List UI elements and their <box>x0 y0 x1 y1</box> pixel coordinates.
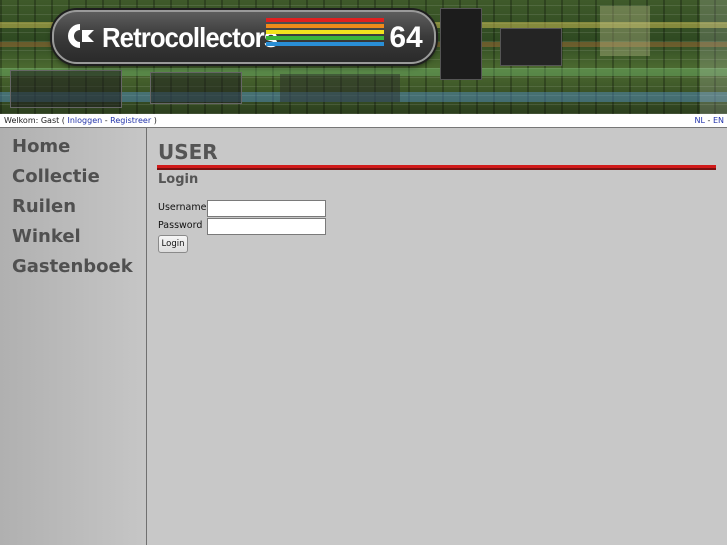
password-label: Password <box>158 220 203 231</box>
circuit-trace <box>600 6 650 56</box>
lang-nl-link[interactable]: NL <box>695 116 705 125</box>
circuit-trace <box>700 0 727 114</box>
sidebar: Home Collectie Ruilen Winkel Gastenboek <box>0 128 147 545</box>
rainbow-stripe <box>266 24 384 28</box>
rainbow-stripe <box>266 30 384 34</box>
nav-item-ruilen[interactable]: Ruilen <box>12 192 146 222</box>
rainbow-stripe <box>266 42 384 46</box>
welcome-label: Welkom: Gast ( <box>4 116 65 125</box>
close-paren: ) <box>151 116 157 125</box>
lang-en-link[interactable]: EN <box>713 116 724 125</box>
header-banner: Retrocollectors 64 <box>0 0 727 114</box>
status-bar: Welkom: Gast ( Inloggen - Registreer ) N… <box>0 114 727 128</box>
welcome-text: Welkom: Gast ( Inloggen - Registreer ) <box>4 114 157 127</box>
login-button[interactable]: Login <box>158 235 188 253</box>
circuit-trace <box>10 70 122 108</box>
password-input[interactable] <box>207 218 326 235</box>
page-title: USER <box>158 140 218 164</box>
password-row: Password <box>158 218 328 236</box>
username-label: Username <box>158 202 207 213</box>
circuit-trace <box>150 72 242 104</box>
lang-separator: - <box>704 116 713 125</box>
language-switcher: NL - EN <box>695 114 724 127</box>
logo-number: 64 <box>389 21 423 54</box>
logo-text: Retrocollectors <box>102 22 278 53</box>
main-content: USER Login Username Password Login <box>147 128 727 545</box>
username-input[interactable] <box>207 200 326 217</box>
circuit-trace <box>500 28 562 66</box>
nav-item-winkel[interactable]: Winkel <box>12 222 146 252</box>
rainbow-stripe <box>266 36 384 40</box>
rainbow-stripes <box>266 18 384 56</box>
nav-item-collectie[interactable]: Collectie <box>12 162 146 192</box>
nav-list: Home Collectie Ruilen Winkel Gastenboek <box>0 128 146 282</box>
login-link[interactable]: Inloggen <box>67 116 102 125</box>
nav-item-home[interactable]: Home <box>12 132 146 162</box>
link-separator: - <box>102 116 111 125</box>
username-row: Username <box>158 200 328 218</box>
nav-item-gastenboek[interactable]: Gastenboek <box>12 252 146 282</box>
title-divider <box>157 165 716 170</box>
register-link[interactable]: Registreer <box>110 116 151 125</box>
circuit-trace <box>440 8 482 80</box>
circuit-trace <box>280 74 400 102</box>
section-title: Login <box>158 172 199 187</box>
site-logo[interactable]: Retrocollectors 64 <box>52 10 436 64</box>
rainbow-stripe <box>266 18 384 22</box>
commodore-logo-icon <box>68 24 94 48</box>
